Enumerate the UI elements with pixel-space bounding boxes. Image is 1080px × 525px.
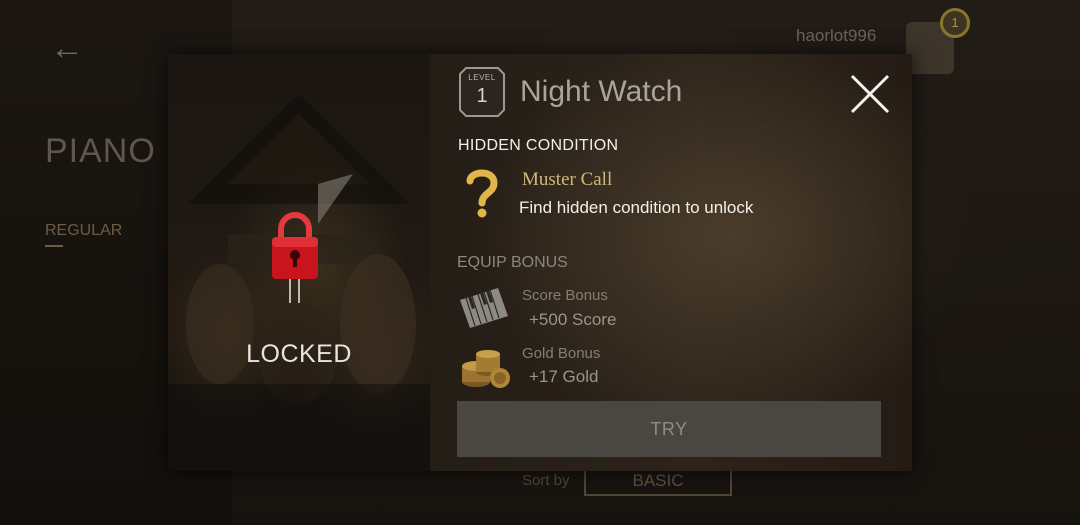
try-button[interactable]: TRY (457, 401, 881, 457)
back-arrow-icon[interactable]: ← (50, 30, 90, 66)
close-icon (850, 74, 890, 114)
username-label: haorlot996 (796, 26, 877, 45)
tab-regular[interactable]: REGULAR (45, 222, 122, 240)
question-mark-icon (466, 169, 498, 218)
condition-name: Muster Call (522, 169, 613, 190)
gold-bonus-value: +17 Gold (529, 367, 599, 386)
score-bonus-value: +500 Score (529, 310, 617, 329)
screen: ← PIANO REGULAR haorlot996 1 Sort by BAS… (0, 0, 1080, 525)
score-bonus-label: Score Bonus (522, 287, 608, 304)
notification-badge: 1 (940, 8, 970, 38)
hidden-condition-heading: HIDDEN CONDITION (458, 137, 619, 154)
background-page-title: PIANO (45, 132, 156, 170)
gold-bonus-label: Gold Bonus (522, 345, 601, 362)
gold-coins-icon (462, 350, 510, 388)
piano-title: Night Watch (520, 75, 683, 108)
tab-active-indicator (45, 245, 63, 247)
piano-artwork-panel: LOCKED (168, 54, 430, 471)
piano-keys-icon (460, 288, 508, 328)
sort-by-label: Sort by (522, 472, 570, 489)
level-word: LEVEL (468, 73, 496, 82)
locked-status-label: LOCKED (246, 340, 352, 368)
padlock-icon (272, 212, 318, 303)
equip-bonus-heading: EQUIP BONUS (457, 254, 568, 271)
piano-detail-modal: LOCKED LEVEL 1 Night Watch HIDDEN CONDIT… (168, 54, 912, 471)
level-number: 1 (476, 85, 488, 107)
condition-description: Find hidden condition to unlock (519, 198, 754, 217)
close-button[interactable] (848, 72, 892, 116)
